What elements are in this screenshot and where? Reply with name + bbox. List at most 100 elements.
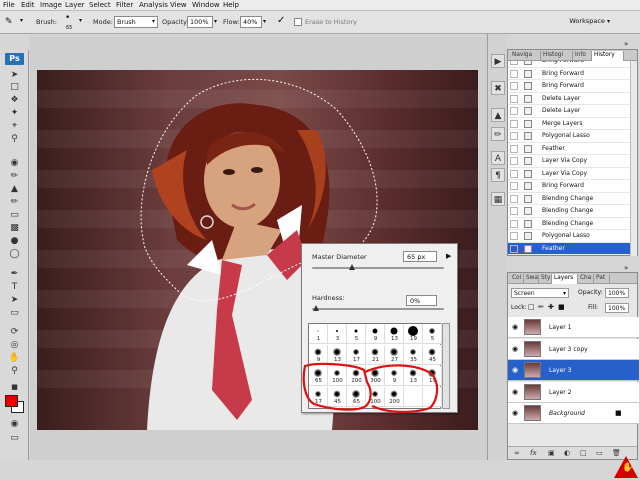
history-item[interactable]: Delete Layer [508,93,631,105]
history-snapshot-checkbox[interactable] [510,61,518,65]
blend-mode-select[interactable]: Screen ▾ [511,288,569,298]
lock-position-icon[interactable]: ✚ [548,303,554,311]
history-snapshot-checkbox[interactable] [510,107,518,115]
tab-navigator[interactable]: Naviga [510,51,541,61]
history-snapshot-checkbox[interactable] [510,157,518,165]
pen-tool-icon[interactable]: ✒ [8,268,21,280]
chevron-down-icon[interactable]: ▾ [20,17,23,24]
hardness-slider[interactable] [312,308,444,310]
gradient-tool-icon[interactable]: ▩ [8,222,21,234]
history-item[interactable]: Bring Forward [508,68,631,80]
navigator-panel-icon[interactable]: ▶ [491,54,505,68]
tab-swatches[interactable]: Swa [524,274,539,284]
history-snapshot-checkbox[interactable] [510,244,518,253]
brush-preset-cell[interactable]: 5 [423,324,442,344]
lock-pixels-icon[interactable]: ✏ [538,303,544,311]
history-snapshot-checkbox[interactable] [510,69,518,78]
tab-layers[interactable]: Layers [552,274,578,284]
history-snapshot-checkbox[interactable] [510,219,518,228]
history-snapshot-checkbox[interactable] [510,194,518,203]
menu-analysis[interactable]: Analysis [139,1,168,9]
hardness-field[interactable]: 0% [406,295,437,306]
menu-edit[interactable]: Edit [21,1,35,9]
character-panel-icon[interactable]: A [491,151,505,165]
tab-channels[interactable]: Cha [578,274,594,284]
zoom-tool-icon[interactable]: ⚲ [8,365,21,377]
eraser-tool-icon[interactable]: ✎ [5,17,13,27]
layer-row[interactable]: ◉ Layer 3 [508,360,639,381]
move-tool-icon[interactable]: ➤ [8,69,21,81]
brush-grid-scrollbar[interactable] [442,323,450,409]
layer-row[interactable]: ◉ Layer 2 [508,381,639,403]
history-item[interactable]: Feather [508,143,631,155]
master-diameter-slider[interactable] [312,267,444,269]
healing-brush-tool-icon[interactable]: ◉ [8,157,21,169]
tab-paths[interactable]: Pat [594,274,610,284]
lock-all-icon[interactable]: ■ [558,303,565,311]
airbrush-icon[interactable]: ✓ [277,15,285,26]
history-snapshot-checkbox[interactable] [510,144,518,153]
3d-orbit-tool-icon[interactable]: ◎ [8,339,21,351]
paragraph-panel-icon[interactable]: ¶ [491,168,505,182]
flyout-menu-icon[interactable]: ▶ [446,252,451,260]
hardness-thumb[interactable] [313,305,319,311]
eye-icon[interactable]: ◉ [512,345,518,353]
brush-preset-cell[interactable]: 3 [328,324,347,344]
close-icon[interactable]: » [624,40,628,48]
eyedropper-tool-icon[interactable]: ⚲ [8,133,21,145]
fill-field[interactable]: 100% [605,303,629,313]
history-item[interactable]: Merge Layers [508,118,631,130]
history-item[interactable]: Blending Change [508,218,631,230]
clone-source-icon[interactable]: ▲ [491,108,505,122]
lasso-tool-icon[interactable]: ❖ [8,94,21,106]
menu-filter[interactable]: Filter [116,1,133,9]
menu-help[interactable]: Help [223,1,239,9]
menu-select[interactable]: Select [89,1,111,9]
link-layers-icon[interactable]: ∞ [514,449,520,457]
history-snapshot-checkbox[interactable] [510,207,518,215]
3d-rotate-tool-icon[interactable]: ⟳ [8,326,21,338]
eye-icon[interactable]: ◉ [512,366,518,374]
magic-wand-tool-icon[interactable]: ✦ [8,107,21,119]
history-snapshot-checkbox[interactable] [510,232,518,240]
history-item[interactable]: Layer Via Copy [508,168,631,180]
tools-preset-icon[interactable]: ✖ [491,81,505,95]
tab-color[interactable]: Col [510,274,524,284]
brush-preset-cell[interactable]: 9 [366,324,385,344]
eraser-tool-icon[interactable]: ▭ [8,209,21,221]
menu-window[interactable]: Window [192,1,220,9]
layer-row[interactable]: ◉ Background ■ [508,403,639,424]
shape-tool-icon[interactable]: ▭ [8,307,21,319]
clone-stamp-tool-icon[interactable]: ▲ [8,183,21,195]
tab-history[interactable]: History [592,51,624,61]
screen-mode-icon[interactable]: ▭ [8,432,21,444]
history-scrollbar[interactable] [630,61,637,256]
menu-image[interactable]: Image [40,1,62,9]
tab-info[interactable]: Info [573,51,592,61]
history-snapshot-checkbox[interactable] [510,119,518,128]
history-snapshot-checkbox[interactable] [510,182,518,190]
workspace-menu[interactable]: Workspace ▾ [569,17,610,25]
chevron-down-icon[interactable]: ▾ [263,18,266,25]
tab-histogram[interactable]: Histogi [541,51,573,61]
layer-row[interactable]: ◉ Layer 1 [508,317,639,338]
close-icon[interactable]: » [624,264,628,272]
history-item[interactable]: Feather [508,242,631,255]
add-style-button[interactable]: fx [530,449,537,457]
master-diameter-thumb[interactable] [349,264,355,270]
quick-mask-icon[interactable]: ◉ [8,418,21,430]
history-snapshot-checkbox[interactable] [510,132,518,140]
history-item[interactable]: Blending Change [508,193,631,205]
history-brush-tool-icon[interactable]: ✏ [8,196,21,208]
history-item[interactable]: Blending Change [508,205,631,218]
layer-row[interactable]: ◉ Layer 3 copy [508,338,639,360]
flow-field[interactable]: 40% [240,16,262,28]
add-mask-icon[interactable]: ▣ [548,449,555,457]
history-snapshot-checkbox[interactable] [510,169,518,178]
history-item[interactable]: Polygonal Lasso [508,230,631,243]
type-tool-icon[interactable]: T [8,281,21,293]
history-item[interactable]: Bring Forward [508,80,631,93]
hand-tool-icon[interactable]: ✋ [8,352,21,364]
history-item[interactable]: Layer Via Copy [508,155,631,168]
history-item[interactable]: Bring Forward [508,180,631,193]
